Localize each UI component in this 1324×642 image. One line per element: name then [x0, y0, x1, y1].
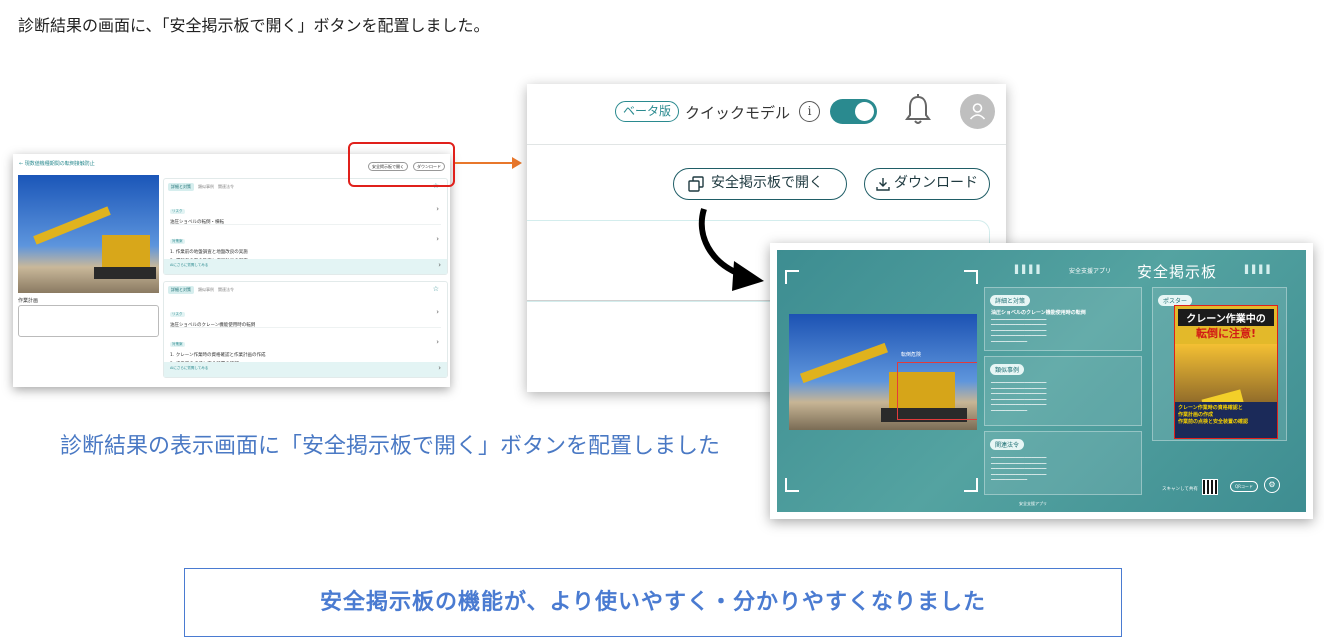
measure-pill: 対策案: [170, 239, 185, 244]
poster-point: クレーン作業時の資格確認と: [1178, 405, 1243, 411]
details-head: 詳細と対策: [990, 295, 1031, 306]
star-icon[interactable]: ☆: [433, 285, 439, 293]
safety-board-screen: ▌▌▌▌ 安全支援アプリ 安全掲示板 ▌▌▌▌ 転倒危険 詳細と対策 油圧ショベ…: [770, 243, 1313, 519]
excavator-photo: [18, 175, 159, 293]
risk-pill: リスク: [170, 312, 185, 317]
user-icon: [969, 103, 986, 120]
related-laws-head: 関連法令: [990, 439, 1025, 450]
board-footer: 安全支援アプリ: [1019, 501, 1047, 506]
chevron-right-icon: ›: [438, 261, 441, 269]
risk-pill: リスク: [170, 209, 185, 214]
measure-pill: 対策案: [170, 342, 185, 347]
risk-card: 詳細と対策 類似事例 関連法令 ☆ リスク 油圧ショベルの転倒・横転 › 対策案…: [163, 178, 448, 275]
poster-illustration: [1175, 344, 1277, 431]
ask-ai-link[interactable]: AIにさらに質問してみる ›: [164, 362, 447, 377]
decor-bars-right: ▌▌▌▌: [1245, 265, 1274, 274]
measure-text: 1. クレーン作業時の資格確認と作業計画の作成: [170, 353, 266, 358]
board-title: 安全掲示板: [1137, 263, 1218, 281]
intro-text: 診断結果の画面に、「安全掲示板で開く」ボタンを配置しました。: [18, 16, 490, 35]
measure-row[interactable]: 対策案 1. クレーン作業時の資格確認と作業計画の作成 2. 作業前の点検と安全…: [170, 330, 441, 367]
avatar[interactable]: [960, 94, 995, 129]
scan-share-text: スキャンして共有: [1162, 487, 1198, 492]
board-app-name: 安全支援アプリ: [1069, 268, 1112, 275]
poster-title-line2: 転倒に注意!: [1195, 327, 1257, 340]
chevron-right-icon: ›: [436, 308, 439, 316]
ask-ai-link[interactable]: AIにさらに質問してみる ›: [164, 259, 447, 274]
safety-board: ▌▌▌▌ 安全支援アプリ 安全掲示板 ▌▌▌▌ 転倒危険 詳細と対策 油圧ショベ…: [777, 250, 1306, 512]
risk-text: 油圧ショベルのクレーン機能使用時の転倒: [170, 323, 256, 328]
chevron-right-icon: ›: [436, 205, 439, 213]
details-section: 詳細と対策 油圧ショベルのクレーン機能使用時の転倒 ━━━━━━━━━━━━━━…: [984, 287, 1142, 351]
detection-box: [897, 362, 977, 420]
bell-icon[interactable]: [905, 94, 931, 126]
tab-similar[interactable]: 類似事例: [198, 184, 214, 190]
download-button[interactable]: ダウンロード: [864, 168, 990, 200]
beta-badge: ベータ版: [615, 101, 680, 122]
chevron-right-icon: ›: [438, 364, 441, 372]
decor-bars-left: ▌▌▌▌: [1015, 265, 1044, 274]
summary-text: 安全掲示板の機能が、より使いやすく・分かりやすくなりました: [319, 590, 987, 615]
qr-code: [1202, 479, 1218, 495]
work-plan-label: 作業計画: [18, 298, 39, 304]
diagnosis-screen-small: ← 現数値機種期間の転倒接触防止 安全掲示板で開く ダウンロード 作業計画 詳細…: [13, 154, 450, 387]
board-excavator-photo: 転倒危険: [789, 314, 977, 430]
risk-row[interactable]: リスク 油圧ショベルの転倒・横転 ›: [170, 197, 441, 225]
related-laws-section: 関連法令 ━━━━━━━━━━━━━━━━━━━━━━━ ━━━━━━━━━━━━…: [984, 431, 1142, 495]
tab-details[interactable]: 詳細と対策: [168, 183, 194, 191]
zoom-arrow: [455, 162, 515, 164]
download-label: ダウンロード: [894, 175, 978, 191]
quick-model-label: クイックモデル: [685, 104, 791, 122]
risk-card: 詳細と対策 類似事例 関連法令 ☆ リスク 油圧ショベルのクレーン機能使用時の転…: [163, 281, 448, 378]
similar-cases-head: 類似事例: [990, 364, 1025, 375]
copy-icon: [688, 176, 704, 192]
work-plan-field[interactable]: [18, 305, 159, 337]
summary-box: 安全掲示板の機能が、より使いやすく・分かりやすくなりました: [184, 568, 1122, 637]
risk-row[interactable]: リスク 油圧ショベルのクレーン機能使用時の転倒 ›: [170, 300, 441, 328]
back-link[interactable]: ← 現数値機種期間の転倒接触防止: [19, 160, 95, 167]
info-icon[interactable]: i: [799, 101, 820, 122]
poster-section: ポスター クレーン作業中の 転倒に注意! クレーン作業時の資格確認と 作業計画の…: [1152, 287, 1287, 441]
details-subtitle: 油圧ショベルのクレーン機能使用時の転倒: [991, 310, 1086, 316]
settings-icon[interactable]: ⚙: [1264, 477, 1280, 493]
risk-text: 油圧ショベルの転倒・横転: [170, 220, 224, 225]
header-divider: [527, 144, 1006, 145]
poster-point: 作業前の点検と安全装置の確認: [1178, 419, 1249, 425]
chevron-right-icon: ›: [436, 338, 439, 346]
caption-text: 診断結果の表示画面に「安全掲示板で開く」ボタンを配置しました: [60, 434, 721, 459]
safety-poster: クレーン作業中の 転倒に注意! クレーン作業時の資格確認と 作業計画の作成 作業…: [1174, 305, 1278, 439]
zoom-arrow-head: [512, 157, 522, 169]
curved-arrow-icon: [698, 208, 764, 291]
measure-text: 1. 作業前の地盤調査と地盤改良の実施: [170, 250, 248, 255]
highlight-box: [348, 142, 455, 187]
tab-details[interactable]: 詳細と対策: [168, 286, 194, 294]
detection-label: 転倒危険: [901, 352, 922, 358]
open-board-button[interactable]: 安全掲示板で開く: [673, 168, 847, 200]
chevron-right-icon: ›: [436, 235, 439, 243]
poster-point: 作業計画の作成: [1178, 412, 1214, 418]
tab-similar[interactable]: 類似事例: [198, 287, 214, 293]
poster-title-line1: クレーン作業中の: [1178, 309, 1274, 326]
measure-row[interactable]: 対策案 1. 作業前の地盤調査と地盤改良の実施 2. 運転者の安全教育と作業計画…: [170, 227, 441, 264]
tab-laws[interactable]: 関連法令: [218, 287, 234, 293]
qr-code-button[interactable]: QRコード: [1230, 481, 1258, 492]
tab-laws[interactable]: 関連法令: [218, 184, 234, 190]
similar-cases-section: 類似事例 ━━━━━━━━━━━━━━━━━━━━━━━ ━━━━━━━━━━━━…: [984, 356, 1142, 426]
quick-model-toggle[interactable]: [830, 99, 877, 124]
open-board-label: 安全掲示板で開く: [711, 175, 823, 191]
download-icon: [876, 178, 890, 191]
